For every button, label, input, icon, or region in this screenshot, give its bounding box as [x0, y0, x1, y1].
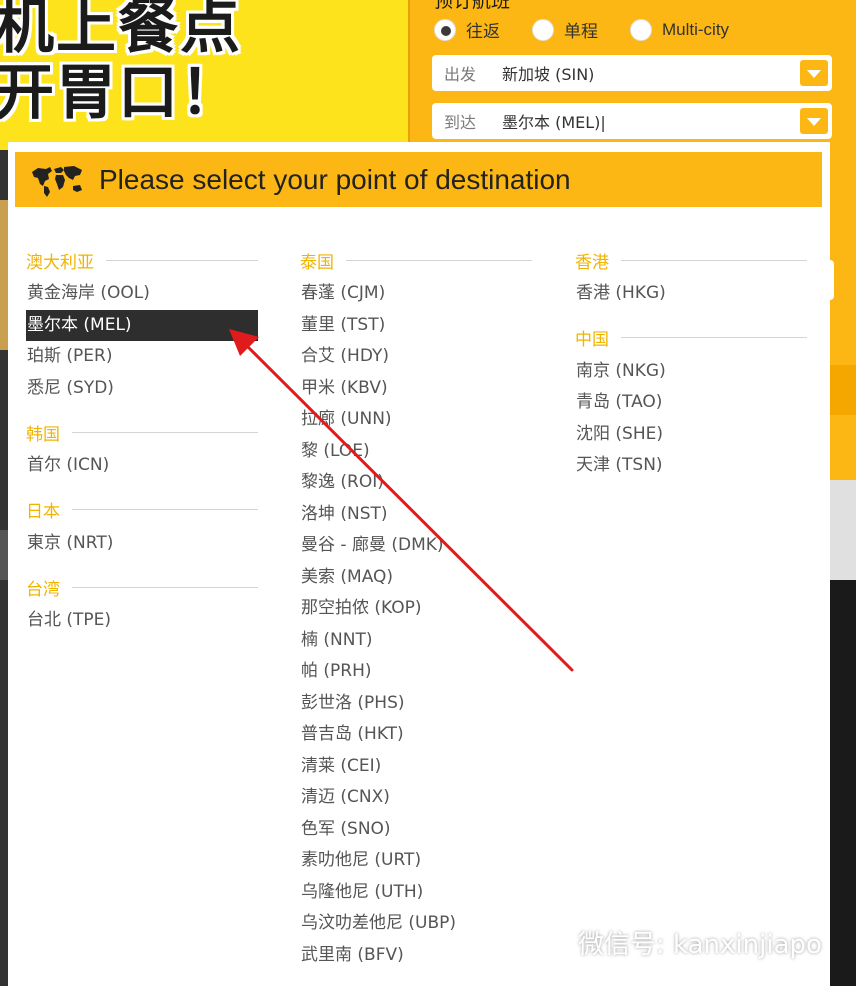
origin-dropdown-button[interactable] — [800, 60, 828, 86]
city-option[interactable]: 拉廊 (UNN) — [300, 404, 532, 436]
city-option[interactable]: 武里南 (BFV) — [300, 940, 532, 972]
region-name: 日本 — [26, 502, 60, 522]
promo-line-2: 开胃口！ — [0, 58, 242, 128]
region-name: 泰国 — [300, 252, 334, 273]
city-option[interactable]: 香港 (HKG) — [575, 278, 807, 310]
booking-title: 预订航班 — [434, 0, 511, 12]
watermark: 微信号: kanxinjiapo — [578, 930, 822, 960]
city-option[interactable]: 色军 (SNO) — [300, 814, 532, 846]
region-name: 澳大利亚 — [26, 252, 94, 273]
region-divider — [72, 431, 258, 433]
region-divider — [72, 509, 258, 510]
city-option[interactable]: 乌隆他尼 (UTH) — [300, 877, 532, 909]
city-option[interactable]: 洛坤 (NST) — [300, 499, 532, 531]
city-option[interactable]: 春蓬 (CJM) — [300, 278, 532, 310]
region-divider — [621, 259, 807, 261]
city-option[interactable]: 甲米 (KBV) — [300, 373, 532, 405]
city-option[interactable]: 彭世洛 (PHS) — [300, 688, 532, 720]
city-option[interactable]: 青岛 (TAO) — [575, 387, 807, 419]
world-map-icon — [32, 165, 82, 197]
city-option[interactable]: 黎逸 (ROI) — [300, 467, 532, 499]
one-way-radio[interactable] — [532, 18, 554, 41]
region-column-3: 香港 香港 (HKG) 中国 南京 (NKG) 青岛 (TAO) 沈阳 (SHE… — [575, 246, 807, 482]
city-option[interactable]: 悉尼 (SYD) — [26, 373, 258, 405]
destination-label: 到达 — [444, 113, 477, 132]
city-option[interactable]: 清莱 (CEI) — [300, 751, 532, 783]
region-header: 中国 — [575, 324, 807, 352]
city-option-selected[interactable]: 墨尔本 (MEL) — [26, 309, 258, 341]
region-column-2: 泰国 春蓬 (CJM) 董里 (TST) 合艾 (HDY) 甲米 (KBV) 拉… — [300, 246, 532, 971]
city-option[interactable]: 帕 (PRH) — [300, 656, 532, 688]
destination-field[interactable]: 到达 墨尔本 (MEL)| — [432, 103, 832, 139]
region-name: 台湾 — [26, 579, 60, 600]
city-option[interactable]: 乌汶叻差他尼 (UBP) — [300, 908, 532, 940]
region-name: 香港 — [575, 252, 609, 273]
city-option[interactable]: 清迈 (CNX) — [300, 782, 532, 814]
region-header: 澳大利亚 — [26, 246, 258, 274]
booking-panel: 预订航班 往返 单程 Multi-city 出发 新加坡 (SIN) 到达 墨尔… — [408, 0, 856, 150]
multi-city-radio[interactable] — [630, 18, 652, 41]
region-header: 泰国 — [300, 246, 532, 274]
region-divider — [621, 337, 807, 338]
city-option[interactable]: 美索 (MAQ) — [300, 562, 532, 594]
city-option[interactable]: 天津 (TSN) — [575, 450, 807, 482]
destination-dropdown-button[interactable] — [800, 108, 828, 134]
city-option[interactable]: 董里 (TST) — [300, 310, 532, 342]
multi-city-label[interactable]: Multi-city — [662, 20, 729, 40]
region-column-1: 澳大利亚 黄金海岸 (OOL) 墨尔本 (MEL) 珀斯 (PER) 悉尼 (S… — [26, 246, 258, 637]
region-header: 韩国 — [26, 418, 258, 446]
region-divider — [106, 259, 258, 261]
modal-header: Please select your point of destination — [15, 152, 822, 207]
one-way-label[interactable]: 单程 — [564, 17, 598, 42]
city-option[interactable]: 素叻他尼 (URT) — [300, 845, 532, 877]
origin-field[interactable]: 出发 新加坡 (SIN) — [432, 55, 832, 91]
city-option[interactable]: 曼谷 - 廊曼 (DMK) — [300, 530, 532, 562]
city-option[interactable]: 首尔 (ICN) — [26, 450, 258, 482]
city-option[interactable]: 普吉岛 (HKT) — [300, 719, 532, 751]
region-name: 韩国 — [26, 424, 60, 445]
city-option[interactable]: 南京 (NKG) — [575, 356, 807, 388]
trip-type-selector: 往返 单程 Multi-city — [434, 17, 751, 42]
region-header: 台湾 — [26, 573, 258, 601]
destination-value[interactable]: 墨尔本 (MEL)| — [502, 109, 606, 133]
round-trip-radio[interactable] — [434, 18, 456, 41]
background-right-edge — [830, 150, 856, 580]
origin-label: 出发 — [444, 65, 477, 84]
region-divider — [346, 259, 532, 261]
city-option[interactable]: 那空拍侬 (KOP) — [300, 593, 532, 625]
promo-banner[interactable]: 机上餐点 开胃口！ — [0, 0, 408, 150]
city-option[interactable]: 黎 (LOE) — [300, 436, 532, 468]
modal-title: Please select your point of destination — [99, 163, 571, 195]
city-option[interactable]: 黄金海岸 (OOL) — [26, 278, 258, 310]
origin-value[interactable]: 新加坡 (SIN) — [502, 61, 594, 85]
round-trip-label[interactable]: 往返 — [466, 17, 500, 42]
city-option[interactable]: 沈阳 (SHE) — [575, 419, 807, 451]
region-name: 中国 — [575, 330, 609, 350]
city-option[interactable]: 珀斯 (PER) — [26, 341, 258, 373]
region-header: 日本 — [26, 496, 258, 524]
city-option[interactable]: 合艾 (HDY) — [300, 341, 532, 373]
city-option[interactable]: 台北 (TPE) — [26, 605, 258, 637]
city-option[interactable]: 楠 (NNT) — [300, 625, 532, 657]
region-header: 香港 — [575, 246, 807, 274]
background-left-edge — [0, 150, 8, 986]
city-option[interactable]: 東京 (NRT) — [26, 528, 258, 560]
region-divider — [72, 586, 258, 588]
destination-picker-modal: Please select your point of destination … — [8, 142, 830, 986]
